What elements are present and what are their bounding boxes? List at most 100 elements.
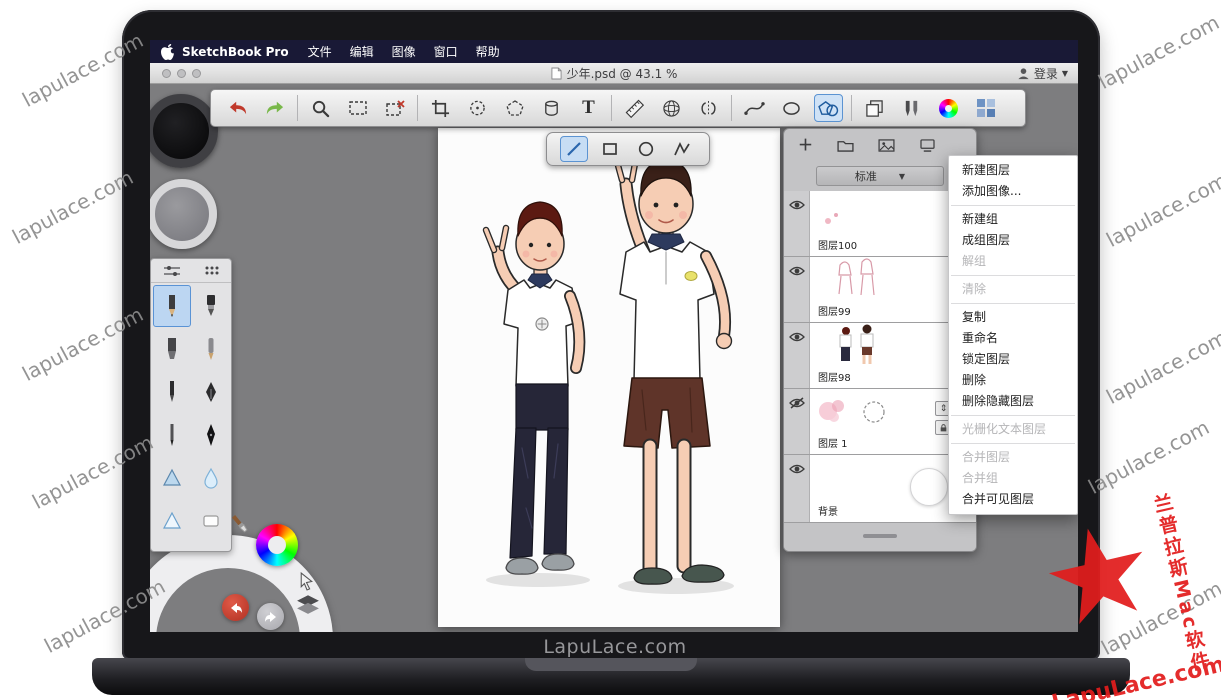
apple-menu-icon[interactable] — [160, 44, 174, 60]
palette-button[interactable] — [971, 94, 1000, 122]
undo-button[interactable] — [223, 94, 252, 122]
brush-flat[interactable] — [192, 285, 230, 327]
add-image-icon[interactable] — [878, 139, 895, 152]
brush-puck[interactable] — [150, 94, 218, 168]
canvas[interactable] — [438, 128, 780, 627]
cursor-icon[interactable] — [298, 572, 315, 595]
brush-pencil[interactable] — [153, 285, 191, 327]
login-caret-icon: ▼ — [1062, 69, 1068, 78]
brush-round-pencil[interactable] — [192, 328, 230, 370]
corner-redo-button[interactable] — [257, 603, 284, 630]
menu-item-duplicate[interactable]: 复制 — [949, 307, 1077, 328]
text-tool-button[interactable]: T — [574, 94, 603, 122]
menu-item-merge-visible-layers[interactable]: 合并可见图层 — [949, 489, 1077, 510]
perspective-tool-button[interactable] — [657, 94, 686, 122]
color-wheel-button[interactable] — [934, 94, 963, 122]
menu-window[interactable]: 窗口 — [425, 43, 467, 60]
ruler-tool-button[interactable] — [620, 94, 649, 122]
brush-fine-pencil[interactable] — [153, 414, 191, 456]
visibility-toggle[interactable] — [784, 257, 810, 322]
menu-item-add-image[interactable]: 添加图像... — [949, 181, 1077, 202]
menu-item-delete-hidden-layers[interactable]: 删除隐藏图层 — [949, 391, 1077, 412]
menu-item-new-group[interactable]: 新建组 — [949, 209, 1077, 230]
brush-marker[interactable] — [153, 328, 191, 370]
background-color-swatch[interactable] — [910, 468, 948, 506]
shapes-icon — [818, 100, 839, 117]
zoom-puck[interactable] — [150, 179, 217, 249]
deselect-button[interactable] — [380, 94, 409, 122]
import-from-device-icon[interactable] — [919, 139, 936, 152]
brush-nib[interactable] — [192, 371, 230, 413]
rectangle-shape-button[interactable] — [596, 136, 624, 162]
brush-fill-triangle[interactable] — [153, 457, 191, 499]
login-control[interactable]: 登录 ▼ — [1017, 65, 1068, 82]
undo-arrow-icon — [229, 602, 243, 614]
menu-file[interactable]: 文件 — [299, 43, 341, 60]
redo-icon — [264, 99, 286, 117]
grid-view-icon[interactable] — [204, 265, 220, 276]
menu-item-group-layers[interactable]: 成组图层 — [949, 230, 1077, 251]
polyline-shape-button[interactable] — [668, 136, 696, 162]
panel-drag-handle[interactable] — [863, 534, 897, 538]
ellipse-tool-button[interactable] — [777, 94, 806, 122]
shapes-tool-button[interactable] — [814, 94, 843, 122]
minimize-button[interactable] — [177, 69, 186, 78]
line-shape-button[interactable] — [560, 136, 588, 162]
paintbrush-icon[interactable] — [228, 512, 252, 540]
brush-outline-triangle[interactable] — [153, 500, 191, 542]
pen-icon — [164, 379, 180, 405]
menu-item-ungroup: 解组 — [949, 251, 1077, 272]
zoom-tool-button[interactable] — [306, 94, 335, 122]
visibility-toggle[interactable] — [784, 323, 810, 388]
visibility-toggle[interactable] — [784, 455, 810, 522]
menu-item-new-layer[interactable]: 新建图层 — [949, 160, 1077, 181]
new-group-folder-icon[interactable] — [837, 139, 854, 152]
rect-select-button[interactable] — [343, 94, 372, 122]
layer-name: 图层98 — [818, 369, 851, 384]
sliders-icon[interactable] — [163, 265, 181, 277]
brush-library-button[interactable] — [897, 94, 926, 122]
color-wheel-puck[interactable] — [256, 524, 298, 566]
menu-item-lock-layer[interactable]: 锁定图层 — [949, 349, 1077, 370]
circle-select-button[interactable] — [463, 94, 492, 122]
polygon-lasso-button[interactable] — [500, 94, 529, 122]
menu-image[interactable]: 图像 — [383, 43, 425, 60]
workspace: T — [150, 84, 1078, 632]
symmetry-tool-button[interactable] — [694, 94, 723, 122]
palette-grid-icon — [977, 99, 995, 117]
redo-button[interactable] — [260, 94, 289, 122]
circle-icon — [637, 140, 655, 158]
brush-eraser[interactable] — [192, 500, 230, 542]
menu-help[interactable]: 帮助 — [467, 43, 509, 60]
menu-item-rename[interactable]: 重命名 — [949, 328, 1077, 349]
add-layer-button[interactable]: ＋ — [798, 138, 813, 153]
zoom-button[interactable] — [192, 69, 201, 78]
line-icon — [565, 140, 583, 158]
close-button[interactable] — [162, 69, 171, 78]
blend-mode-select[interactable]: 标准 ▼ — [816, 166, 944, 186]
ink-nib-icon — [203, 422, 219, 448]
app-name[interactable]: SketchBook Pro — [182, 45, 289, 59]
menu-edit[interactable]: 编辑 — [341, 43, 383, 60]
circle-shape-button[interactable] — [632, 136, 660, 162]
menu-item-delete[interactable]: 删除 — [949, 370, 1077, 391]
visibility-toggle[interactable] — [784, 389, 810, 454]
color-wheel-icon — [939, 99, 958, 118]
undo-icon — [227, 99, 249, 117]
fill-tool-button[interactable] — [537, 94, 566, 122]
curve-tool-button[interactable] — [740, 94, 769, 122]
menu-item-clear: 清除 — [949, 279, 1077, 300]
brush-pen[interactable] — [153, 371, 191, 413]
brush-ink-nib[interactable] — [192, 414, 230, 456]
copy-layer-button[interactable] — [860, 94, 889, 122]
text-tool-icon: T — [582, 97, 595, 119]
crop-button[interactable] — [426, 94, 455, 122]
pencil-icon — [164, 293, 180, 319]
macbook-frame: SketchBook Pro 文件 编辑 图像 窗口 帮助 — [122, 10, 1100, 660]
corner-undo-button[interactable] — [222, 594, 249, 621]
visibility-toggle[interactable] — [784, 191, 810, 256]
symmetry-icon — [698, 100, 719, 117]
brush-palette-panel — [150, 258, 232, 552]
layers-corner-icon[interactable] — [296, 594, 320, 618]
brush-water-drop[interactable] — [192, 457, 230, 499]
